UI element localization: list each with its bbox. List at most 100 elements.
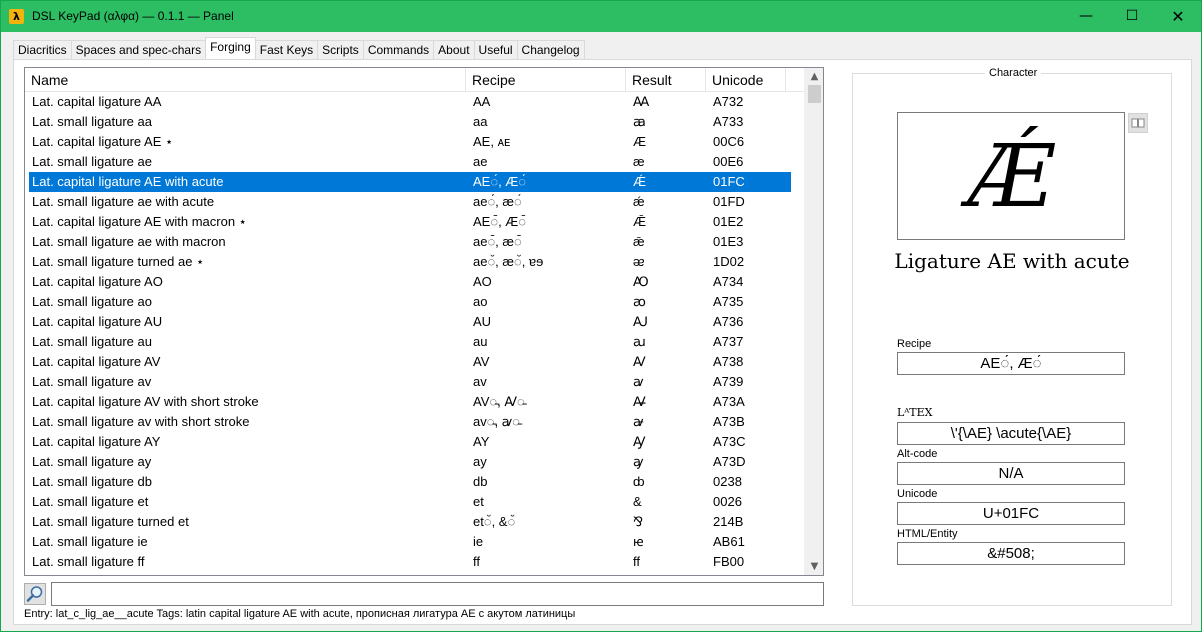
altcode-label: Alt-code <box>897 448 938 460</box>
character-name: Ligature AE with acute <box>894 249 1130 273</box>
table-row[interactable]: Lat. small ligature turned ae ⋆ ae◌̆, æ◌̆… <box>29 252 791 272</box>
table-row[interactable]: Lat. capital ligature AE with acute AE◌́,… <box>29 172 791 192</box>
book-button[interactable] <box>1128 113 1148 133</box>
html-entity-field[interactable]: &#508; <box>897 542 1125 565</box>
table-row[interactable]: Lat. capital ligature AV with short stro… <box>29 392 791 412</box>
table-row[interactable]: Lat. small ligature ae with acute ae◌́, æ… <box>29 192 791 212</box>
cell-unicode: 00C6 <box>713 134 745 149</box>
column-header-result[interactable]: Result <box>626 68 706 92</box>
table-row[interactable]: Lat. small ligature turned et et◌̆, &◌̆ ⅋ 2… <box>29 512 791 532</box>
cell-unicode: 01FD <box>713 194 745 209</box>
cell-result: ꜵ <box>633 294 646 309</box>
cell-result: & <box>633 494 642 509</box>
tab-changelog[interactable]: Changelog <box>516 40 585 59</box>
cell-result: ꜷ <box>633 334 646 349</box>
search-button[interactable] <box>24 583 46 605</box>
close-button[interactable]: ✕ <box>1155 1 1201 32</box>
cell-unicode: 1D02 <box>713 254 745 269</box>
column-header-name[interactable]: Name <box>25 68 466 92</box>
table-row[interactable]: Lat. small ligature au au ꜷ A737 <box>29 332 791 352</box>
cell-unicode: A737 <box>713 334 744 349</box>
cell-recipe: ff <box>473 554 480 569</box>
cell-name: Lat. capital ligature AY <box>32 434 161 449</box>
cell-result: Ꜻ <box>633 394 646 409</box>
cell-result: ꜻ <box>633 414 644 429</box>
vertical-scrollbar[interactable]: ▲ ▼ <box>804 68 823 575</box>
ligature-list[interactable]: Name Recipe Result Unicode Lat. capital … <box>24 67 824 576</box>
scroll-thumb[interactable] <box>808 85 821 103</box>
table-row[interactable]: Lat. small ligature av with short stroke… <box>29 412 791 432</box>
table-row[interactable]: Lat. small ligature ie ie ꭡ AB61 <box>29 532 791 552</box>
table-row[interactable]: Lat. capital ligature AU AU Ꜷ A736 <box>29 312 791 332</box>
recipe-field[interactable]: AE◌́, Æ◌́ <box>897 352 1125 375</box>
cell-recipe: AO <box>473 274 492 289</box>
tab-about[interactable]: About <box>433 40 475 59</box>
table-row[interactable]: Lat. capital ligature AE with macron ⋆ AE… <box>29 212 791 232</box>
table-row[interactable]: Lat. small ligature aa aa ꜳ A733 <box>29 112 791 132</box>
cell-recipe: AV◌̵, Ꜹ◌̵ <box>473 394 525 409</box>
cell-recipe: ae◌̄, æ◌̄ <box>473 234 522 249</box>
tab-fast-keys[interactable]: Fast Keys <box>254 40 319 59</box>
minimize-button[interactable]: — <box>1063 1 1109 32</box>
column-header-unicode[interactable]: Unicode <box>706 68 786 92</box>
table-row[interactable]: Lat. small ligature ao ao ꜵ A735 <box>29 292 791 312</box>
tab-spaces-and-spec-chars[interactable]: Spaces and spec-chars <box>70 40 207 59</box>
cell-name: Lat. capital ligature AO <box>32 274 163 289</box>
cell-result: Ǽ <box>633 174 646 189</box>
unicode-field[interactable]: U+01FC <box>897 502 1125 525</box>
table-row[interactable]: Lat. small ligature av av ꜹ A739 <box>29 372 791 392</box>
cell-name: Lat. small ligature ae with acute <box>32 194 215 209</box>
table-row[interactable]: Lat. capital ligature AV AV Ꜹ A738 <box>29 352 791 372</box>
tab-useful[interactable]: Useful <box>473 40 518 59</box>
cell-unicode: 0026 <box>713 494 742 509</box>
cell-name: Lat. capital ligature AE ⋆ <box>32 134 174 149</box>
cell-result: ꜹ <box>633 374 644 389</box>
cell-recipe: AE, ᴀᴇ <box>473 134 511 149</box>
cell-name: Lat. small ligature ae with macron <box>32 234 226 249</box>
list-rows: Lat. capital ligature AA AA Ꜳ A732 Lat. smal… <box>25 92 805 572</box>
scroll-up-icon[interactable]: ▲ <box>805 68 823 85</box>
scroll-down-icon[interactable]: ▼ <box>805 558 823 575</box>
cell-name: Lat. capital ligature AU <box>32 314 163 329</box>
table-row[interactable]: Lat. small ligature ae ae æ 00E6 <box>29 152 791 172</box>
html-entity-label: HTML/Entity <box>897 528 958 540</box>
maximize-button[interactable]: ☐ <box>1109 1 1155 32</box>
title-bar[interactable]: λ DSL KeyPad (αλφα) — 0.1.1 — Panel — ☐ … <box>1 1 1201 32</box>
cell-name: Lat. small ligature ay <box>32 454 152 469</box>
table-row[interactable]: Lat. small ligature db db ȸ 0238 <box>29 472 791 492</box>
altcode-field[interactable]: N/A <box>897 462 1125 485</box>
cell-name: Lat. small ligature ie <box>32 534 148 549</box>
latex-field[interactable]: \'{\AE} \acute{\AE} <box>897 422 1125 445</box>
cell-unicode: A73C <box>713 434 746 449</box>
cell-result: Ꜳ <box>633 94 650 109</box>
app-icon: λ <box>9 9 24 24</box>
cell-name: Lat. small ligature turned ae ⋆ <box>32 254 205 269</box>
table-row[interactable]: Lat. small ligature ae with macron ae◌̄, … <box>29 232 791 252</box>
table-row[interactable]: Lat. small ligature ff ff ff FB00 <box>29 552 791 572</box>
cell-unicode: A73B <box>713 414 745 429</box>
table-row[interactable]: Lat. capital ligature AA AA Ꜳ A732 <box>29 92 791 112</box>
recipe-label: Recipe <box>897 338 932 350</box>
cell-recipe: AV <box>473 354 490 369</box>
table-row[interactable]: Lat. capital ligature AY AY Ꜽ A73C <box>29 432 791 452</box>
table-row[interactable]: Lat. small ligature ay ay ꜽ A73D <box>29 452 791 472</box>
cell-name: Lat. small ligature au <box>32 334 152 349</box>
cell-unicode: A73A <box>713 394 745 409</box>
tab-scripts[interactable]: Scripts <box>317 40 364 59</box>
cell-recipe: aa <box>473 114 488 129</box>
cell-result: Ǣ <box>633 214 646 229</box>
cell-result: ǣ <box>633 234 645 249</box>
tab-diacritics[interactable]: Diacritics <box>13 40 72 59</box>
cell-result: ꭡ <box>633 534 644 549</box>
cell-recipe: AE◌̄, Æ◌̄ <box>473 214 527 229</box>
search-input[interactable] <box>51 582 824 606</box>
cell-recipe: AU <box>473 314 492 329</box>
cell-unicode: 01E2 <box>713 214 744 229</box>
column-header-recipe[interactable]: Recipe <box>466 68 626 92</box>
table-row[interactable]: Lat. capital ligature AO AO Ꜵ A734 <box>29 272 791 292</box>
tab-commands[interactable]: Commands <box>362 40 435 59</box>
table-row[interactable]: Lat. small ligature et et & 0026 <box>29 492 791 512</box>
cell-result: ǽ <box>633 194 645 209</box>
table-row[interactable]: Lat. capital ligature AE ⋆ AE, ᴀᴇ Æ 00C6 <box>29 132 791 152</box>
tab-forging[interactable]: Forging <box>205 37 256 59</box>
